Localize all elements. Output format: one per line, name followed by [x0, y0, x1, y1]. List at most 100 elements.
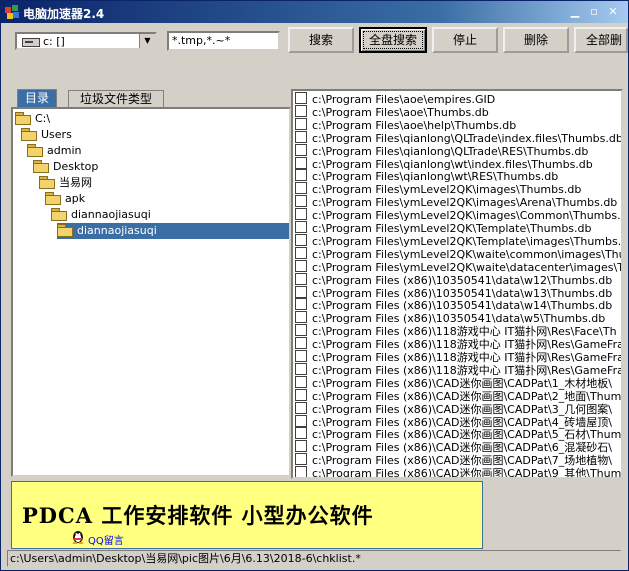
qq-penguin-icon[interactable]: [70, 528, 86, 544]
search-button[interactable]: 搜索: [288, 27, 354, 53]
file-checkbox[interactable]: [295, 92, 307, 104]
file-list[interactable]: c:\Program Files\aoe\empires.GID c:\Progr…: [291, 89, 623, 479]
file-checkbox[interactable]: [295, 195, 307, 208]
file-checkbox[interactable]: [295, 298, 307, 311]
file-list-item[interactable]: c:\Program Files (x86)\CAD迷你画图\CADPat\3_…: [295, 401, 612, 416]
file-list-item[interactable]: c:\Program Files (x86)\10350541\data\w14…: [295, 298, 612, 312]
file-list-item[interactable]: c:\Program Files\ymLevel2QK\Template\ima…: [295, 233, 621, 248]
file-list-item[interactable]: c:\Program Files\ymLevel2QK\waite\datace…: [295, 259, 621, 274]
file-list-item[interactable]: c:\Program Files (x86)\118游戏中心 IT猫扑网\Res…: [295, 324, 617, 338]
tree-node-label: C:\: [35, 112, 51, 125]
file-list-item[interactable]: c:\Program Files\ymLevel2QK\images\Arena…: [295, 195, 617, 209]
file-checkbox[interactable]: [295, 388, 307, 401]
file-list-item[interactable]: c:\Program Files\aoe\empires.GID: [295, 92, 495, 106]
chevron-down-icon[interactable]: ▼: [139, 34, 155, 48]
tree-node-label: Desktop: [53, 160, 99, 173]
file-list-item[interactable]: c:\Program Files (x86)\10350541\data\w5\…: [295, 311, 605, 325]
drive-select[interactable]: c: [] ▼: [15, 32, 157, 50]
file-checkbox[interactable]: [295, 337, 307, 350]
ad-banner[interactable]: PDCA 工作安排软件 小型办公软件 QQ留言: [11, 481, 483, 549]
file-list-item[interactable]: c:\Program Files (x86)\CAD迷你画图\CADPat\7_…: [295, 453, 612, 467]
file-checkbox[interactable]: [295, 362, 307, 375]
tab-junk-file-types[interactable]: 垃圾文件类型: [68, 90, 164, 107]
file-checkbox[interactable]: [295, 350, 307, 362]
file-list-item[interactable]: c:\Program Files (x86)\CAD迷你画图\CADPat\4_…: [295, 414, 612, 429]
file-checkbox[interactable]: [295, 143, 307, 156]
file-checkbox[interactable]: [295, 156, 307, 169]
file-list-item[interactable]: c:\Program Files (x86)\CAD迷你画图\CADPat\9_…: [295, 466, 622, 479]
stop-button[interactable]: 停止: [432, 27, 498, 53]
search-all-button[interactable]: 全盘搜索: [359, 27, 427, 53]
file-list-item[interactable]: c:\Program Files\qianlong\QLTrade\RES\Th…: [295, 143, 588, 158]
status-bar: c:\Users\admin\Desktop\当易网\pic图片\6月\6.13…: [7, 550, 621, 567]
file-checkbox[interactable]: [295, 272, 307, 285]
banner-text: PDCA 工作安排软件 小型办公软件: [22, 503, 374, 528]
qq-message-link[interactable]: QQ留言: [88, 532, 124, 547]
file-checkbox[interactable]: [295, 324, 307, 337]
tab-directory[interactable]: 目录: [17, 89, 57, 107]
file-list-item[interactable]: c:\Program Files (x86)\118游戏中心 IT猫扑网\Res…: [295, 362, 621, 377]
file-checkbox[interactable]: [295, 401, 307, 414]
file-list-item[interactable]: c:\Program Files\ymLevel2QK\images\Commo…: [295, 208, 621, 222]
delete-button[interactable]: 删除: [503, 27, 569, 53]
file-checkbox[interactable]: [295, 246, 307, 259]
file-checkbox[interactable]: [295, 208, 307, 221]
file-checkbox[interactable]: [295, 169, 307, 182]
tree-node[interactable]: diannaojiasuqi: [51, 207, 151, 223]
file-checkbox[interactable]: [295, 375, 307, 388]
window-title: 电脑加速器2.4: [23, 7, 105, 21]
file-checkbox[interactable]: [295, 259, 307, 272]
file-checkbox[interactable]: [295, 427, 307, 440]
tree-node[interactable]: C:\: [15, 111, 50, 127]
file-checkbox[interactable]: [295, 440, 307, 453]
file-path: c:\Program Files (x86)\CAD迷你画图\CADPat\9_…: [312, 467, 622, 479]
file-list-item[interactable]: c:\Program Files\aoe\help\Thumbs.db: [295, 117, 516, 132]
tree-node-label: 当易网: [59, 176, 92, 189]
drive-value: c: []: [43, 35, 65, 48]
file-checkbox[interactable]: [295, 233, 307, 246]
directory-tree[interactable]: C:\ Users admin Desktop 当易网 apk diannaojiasuqi…: [11, 107, 291, 477]
file-list-item[interactable]: c:\Program Files\aoe\Thumbs.db: [295, 104, 489, 119]
file-list-item[interactable]: c:\Program Files (x86)\10350541\data\w13…: [295, 285, 612, 300]
maximize-icon[interactable]: ▫: [585, 4, 603, 20]
file-list-item[interactable]: c:\Program Files (x86)\CAD迷你画图\CADPat\6_…: [295, 440, 612, 454]
minimize-icon[interactable]: ▁: [566, 4, 584, 20]
file-checkbox[interactable]: [295, 285, 307, 298]
file-list-item[interactable]: c:\Program Files\qianlong\QLTrade\index.…: [295, 130, 621, 145]
tree-node-label: Users: [41, 128, 72, 141]
file-checkbox[interactable]: [295, 311, 307, 324]
folder-icon: [21, 128, 37, 141]
close-icon[interactable]: ✕: [604, 4, 622, 20]
tree-node[interactable]: diannaojiasuqi: [57, 223, 289, 239]
file-list-item[interactable]: c:\Program Files (x86)\CAD迷你画图\CADPat\1_…: [295, 375, 612, 390]
tree-node[interactable]: apk: [45, 191, 85, 207]
tree-node[interactable]: admin: [27, 143, 81, 159]
file-list-item[interactable]: c:\Program Files\qianlong\wt\RES\Thumbs.…: [295, 169, 558, 183]
delete-all-button[interactable]: 全部删: [574, 27, 628, 53]
file-checkbox[interactable]: [295, 104, 307, 117]
file-checkbox[interactable]: [295, 414, 307, 427]
left-panel: 目录 垃圾文件类型 C:\ Users admin Desktop 当易网 apk dian…: [11, 89, 291, 479]
tree-node-label: apk: [65, 192, 86, 205]
title-bar[interactable]: 电脑加速器2.4 ▁ ▫ ✕: [1, 1, 628, 23]
file-list-item[interactable]: c:\Program Files\ymLevel2QK\waite\common…: [295, 246, 621, 261]
tree-node-label: diannaojiasuqi: [77, 224, 157, 237]
file-list-item[interactable]: c:\Program Files (x86)\118游戏中心 IT猫扑网\Res…: [295, 350, 621, 364]
file-list-item[interactable]: c:\Program Files (x86)\CAD迷你画图\CADPat\5_…: [295, 427, 621, 441]
extension-filter-input[interactable]: *.tmp,*.~*: [167, 31, 280, 51]
file-checkbox[interactable]: [295, 453, 307, 466]
file-list-item[interactable]: c:\Program Files\ymLevel2QK\Template\Thu…: [295, 221, 592, 235]
file-list-item[interactable]: c:\Program Files\ymLevel2QK\images\Thumb…: [295, 182, 581, 196]
file-list-item[interactable]: c:\Program Files\qianlong\wt\index.files…: [295, 156, 593, 171]
file-checkbox[interactable]: [295, 117, 307, 130]
file-checkbox[interactable]: [295, 466, 307, 477]
tree-node[interactable]: Desktop: [33, 159, 98, 175]
file-list-item[interactable]: c:\Program Files (x86)\118游戏中心 IT猫扑网\Res…: [295, 337, 621, 351]
file-list-item[interactable]: c:\Program Files (x86)\CAD迷你画图\CADPat\2_…: [295, 388, 621, 403]
file-checkbox[interactable]: [295, 130, 307, 143]
file-list-item[interactable]: c:\Program Files (x86)\10350541\data\w12…: [295, 272, 612, 287]
file-checkbox[interactable]: [295, 221, 307, 233]
tree-node[interactable]: 当易网: [39, 175, 92, 191]
tree-node[interactable]: Users: [21, 127, 72, 143]
file-checkbox[interactable]: [295, 182, 307, 195]
